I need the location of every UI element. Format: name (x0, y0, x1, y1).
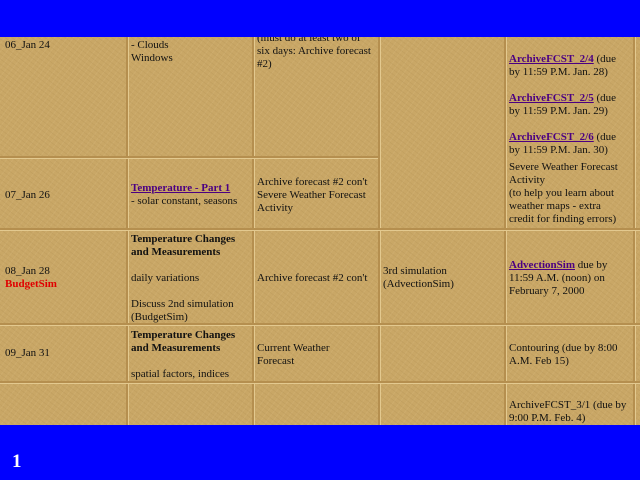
assignment-due: 11:59 A.M. (noon) on (509, 272, 605, 284)
row-date: 06_Jan 24 (5, 39, 50, 51)
assignment-link[interactable]: AdvectionSim (509, 259, 575, 271)
row-divider (0, 381, 640, 384)
assignment-text: credit for finding errors) (509, 213, 617, 225)
row-divider (0, 323, 640, 326)
lab-text: Severe Weather Forecast (257, 189, 366, 201)
assignment-due: February 7, 2000 (509, 285, 585, 297)
column-divider (378, 0, 381, 425)
column-divider (126, 0, 129, 425)
assignment-link[interactable]: ArchiveFCST_2/4 (509, 53, 594, 65)
row-divider (0, 228, 640, 231)
topic-title: and Measurements (131, 246, 221, 258)
lab-text: Forecast (257, 355, 295, 367)
topic-text: - Clouds (131, 39, 169, 51)
assignment-due: by 11:59 P.M. Jan. 29) (509, 105, 608, 117)
topic-text: (BudgetSim) (131, 311, 188, 323)
assignment-text: 9:00 P.M. Feb. 4) (509, 412, 586, 424)
column-divider (633, 0, 636, 425)
assignment-text: weather maps - extra (509, 200, 601, 212)
assignment-text: A.M. Feb 15) (509, 355, 569, 367)
lab-text: Archive forecast #2 con't (257, 176, 368, 188)
assignment-text: Contouring (due by 8:00 (509, 342, 618, 354)
assignment-item: ArchiveFCST_2/5 (due (509, 92, 616, 105)
topic-text: spatial factors, indices (131, 368, 230, 380)
lab-text: Current Weather (257, 342, 330, 354)
assignment-due: (due (596, 53, 617, 65)
assignment-due: by 11:59 P.M. Jan. 28) (509, 66, 608, 78)
assignment-due: due by (577, 259, 608, 271)
simulation-text: 3rd simulation (383, 265, 447, 277)
assignment-text: ArchiveFCST_3/1 (due by (509, 399, 627, 411)
row-date: 09_Jan 31 (5, 347, 50, 359)
assignment-due: (due (596, 92, 617, 104)
assignment-text: Severe Weather Forecast (509, 161, 618, 173)
bottom-banner (0, 425, 640, 480)
assignment-text: (to help you learn about (509, 187, 615, 199)
assignment-text: Activity (509, 174, 546, 186)
date-note: BudgetSim (5, 278, 57, 290)
lab-text: #2) (257, 58, 272, 70)
topic-text: Windows (131, 52, 173, 64)
lab-text: six days: Archive forecast (257, 45, 371, 57)
topic-text: - solar constant, seasons (131, 195, 238, 207)
topic-text: Discuss 2nd simulation (131, 298, 234, 310)
row-date: 08_Jan 28 (5, 265, 50, 277)
assignment-item: AdvectionSim due by (509, 259, 607, 272)
assignment-due: by 11:59 P.M. Jan. 30) (509, 144, 608, 156)
assignment-item: ArchiveFCST_2/6 (due (509, 131, 616, 144)
lab-text: Activity (257, 202, 294, 214)
topic-title: Temperature Changes (131, 233, 236, 245)
page-number: 1 (12, 451, 22, 472)
topic-link[interactable]: Temperature - Part 1 (131, 182, 230, 195)
schedule-table: 06_Jan 24 - Clouds Windows (must do at l… (0, 0, 640, 425)
assignment-item: ArchiveFCST_2/4 (due (509, 53, 616, 66)
assignment-link[interactable]: ArchiveFCST_2/6 (509, 131, 594, 143)
column-divider (504, 0, 507, 425)
assignment-due: (due (596, 131, 617, 143)
topic-title: Temperature Changes (131, 329, 236, 341)
column-divider (252, 0, 255, 425)
lab-text: Archive forecast #2 con't (257, 272, 368, 284)
topic-text: daily variations (131, 272, 200, 284)
simulation-text: (AdvectionSim) (383, 278, 454, 290)
row-date: 07_Jan 26 (5, 189, 50, 201)
row-divider (0, 156, 378, 159)
top-banner (0, 0, 640, 37)
assignment-link[interactable]: ArchiveFCST_2/5 (509, 92, 594, 104)
topic-title: and Measurements (131, 342, 221, 354)
